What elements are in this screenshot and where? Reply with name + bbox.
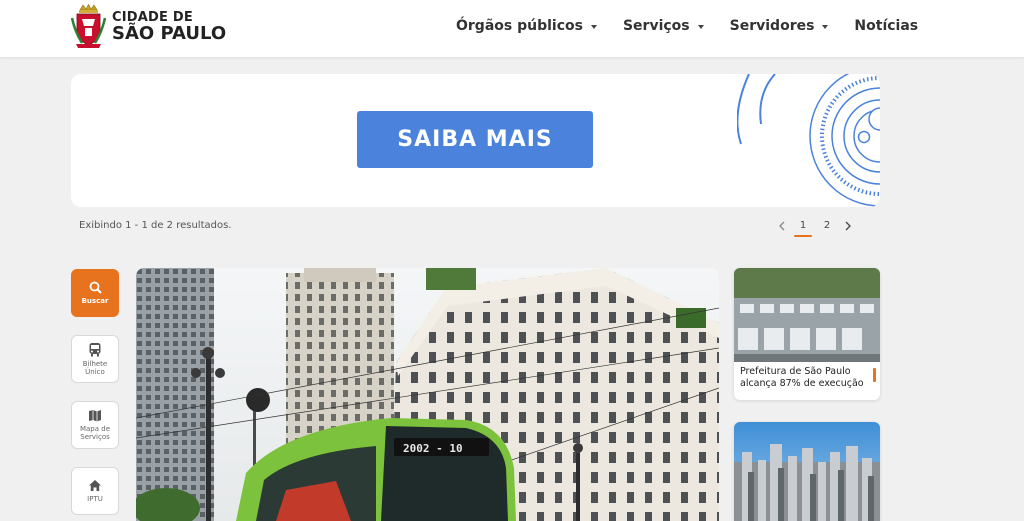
site-header: CIDADE DE SÃO PAULO Órgãos públicos Serv… xyxy=(0,0,1024,57)
nav-label: Serviços xyxy=(622,18,690,34)
pagination-next-button[interactable] xyxy=(839,217,857,235)
logo-line2: SÃO PAULO xyxy=(112,22,227,44)
news-card-title: Prefeitura de São Paulo alcança 87% de e… xyxy=(740,366,864,390)
logo-line1: CIDADE DE xyxy=(112,9,193,25)
svg-text:2002 - 10: 2002 - 10 xyxy=(403,442,463,455)
nav-orgaos-publicos[interactable]: Órgãos públicos xyxy=(456,18,597,34)
promo-banner: SAIBA MAIS xyxy=(71,74,880,207)
nav-servicos[interactable]: Serviços xyxy=(623,18,704,34)
main-nav: Órgãos públicos Serviços Servidores Notí… xyxy=(456,18,918,34)
pagination-page-2[interactable]: 2 xyxy=(815,217,839,235)
nav-label: Servidores xyxy=(729,18,815,34)
bus-icon xyxy=(89,342,101,357)
news-card[interactable] xyxy=(734,422,880,521)
hero-image: 2002 - 10 xyxy=(136,268,719,521)
news-card-image xyxy=(734,422,880,521)
news-card-accent xyxy=(873,368,876,382)
quick-link-buscar[interactable]: Buscar xyxy=(71,269,119,317)
quick-link-mapa-de-servicos[interactable]: Mapa de Serviços xyxy=(71,401,119,449)
chevron-down-icon xyxy=(590,25,597,29)
map-icon xyxy=(89,409,101,422)
pagination-prev-button[interactable] xyxy=(773,217,791,235)
quick-link-iptu[interactable]: IPTU xyxy=(71,467,119,515)
quick-link-label: Bilhete Único xyxy=(82,359,108,376)
chevron-down-icon xyxy=(822,25,829,29)
hero-photo-building-and-bus[interactable]: 2002 - 10 xyxy=(136,268,719,521)
pagination-page-1[interactable]: 1 xyxy=(791,217,815,237)
results-summary: Exibindo 1 - 1 de 2 resultados. xyxy=(79,220,232,231)
news-card-image xyxy=(734,268,880,362)
quick-link-label: Buscar xyxy=(81,296,109,305)
home-icon xyxy=(89,479,101,491)
city-logo[interactable]: CIDADE DE SÃO PAULO xyxy=(71,4,226,49)
pagination: 1 2 xyxy=(773,217,857,237)
nav-noticias[interactable]: Notícias xyxy=(854,18,918,34)
chevron-left-icon xyxy=(779,221,785,231)
quick-link-bilhete-unico[interactable]: Bilhete Único xyxy=(71,335,119,383)
search-icon xyxy=(89,281,102,294)
quick-link-label: Mapa de Serviços xyxy=(79,424,111,441)
quick-link-label: IPTU xyxy=(87,494,103,503)
chevron-right-icon xyxy=(845,221,851,231)
nav-label: Órgãos públicos xyxy=(456,18,583,34)
saiba-mais-button[interactable]: SAIBA MAIS xyxy=(357,111,593,168)
news-card[interactable]: Prefeitura de São Paulo alcança 87% de e… xyxy=(734,268,880,400)
decorative-circles-graphic xyxy=(737,74,880,207)
city-crest-icon xyxy=(71,4,106,48)
nav-servidores[interactable]: Servidores xyxy=(730,18,829,34)
chevron-down-icon xyxy=(697,25,704,29)
nav-label: Notícias xyxy=(854,18,919,34)
